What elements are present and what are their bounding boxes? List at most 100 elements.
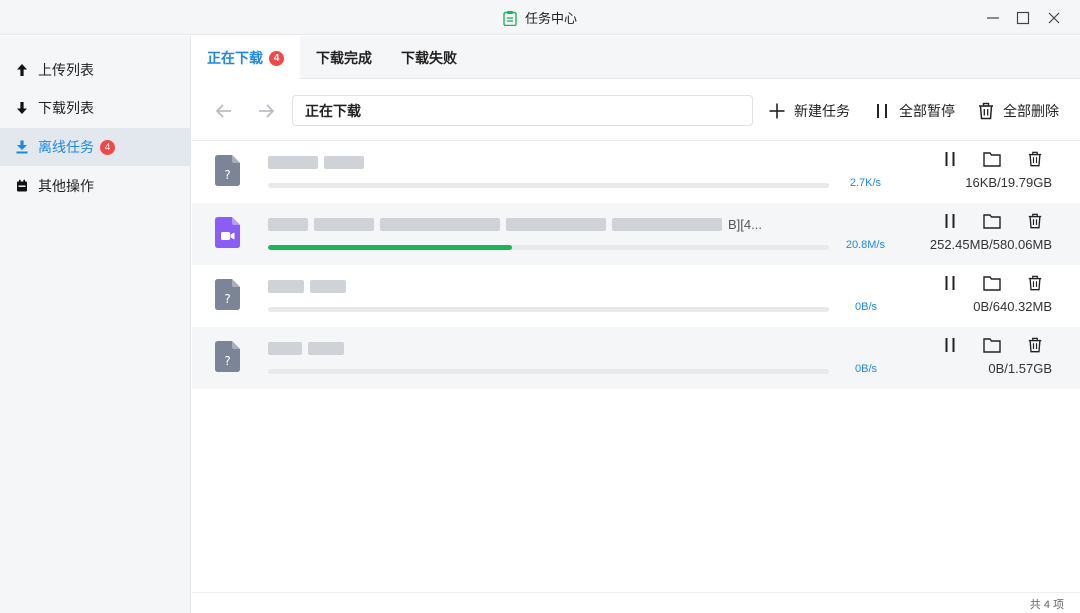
offline-count-badge: 4	[100, 139, 115, 155]
tab-completed[interactable]: 下载完成	[316, 36, 372, 79]
sidebar: 上传列表 下载列表 离线任务 4 其他操作	[0, 36, 191, 613]
sidebar-item-download-list[interactable]: 下载列表	[0, 89, 190, 127]
pause-all-button[interactable]: 全部暂停	[873, 98, 955, 124]
tab-label: 正在下载	[207, 50, 263, 66]
toolbar: 正在下载 新建任务 全部暂停 全部删除	[192, 80, 1080, 141]
clipboard-icon	[503, 10, 517, 26]
path-text: 正在下载	[305, 102, 361, 119]
unknown-file-icon: ?	[215, 279, 240, 310]
progress-bar	[268, 307, 829, 312]
trash-icon	[1028, 275, 1042, 291]
forward-button[interactable]	[253, 98, 279, 124]
svg-text:?: ?	[224, 354, 230, 368]
new-task-button[interactable]: 新建任务	[768, 98, 850, 124]
tab-failed[interactable]: 下载失败	[401, 36, 457, 79]
progress-bar	[268, 183, 829, 188]
downloading-count-badge: 4	[269, 50, 284, 66]
progress-bar	[268, 369, 829, 374]
open-folder-button[interactable]	[980, 333, 1004, 357]
task-name-tail: B][4...	[728, 216, 762, 232]
back-button[interactable]	[211, 98, 237, 124]
task-name	[268, 277, 352, 295]
pause-icon	[945, 152, 955, 166]
download-size: 0B/640.32MB	[973, 299, 1052, 314]
delete-task-button[interactable]	[1023, 147, 1047, 171]
sidebar-item-offline-tasks[interactable]: 离线任务 4	[0, 128, 190, 166]
task-row[interactable]: ? 0B/s 0B/640.32MB	[192, 265, 1080, 327]
path-field[interactable]: 正在下载	[292, 95, 753, 126]
pause-task-button[interactable]	[938, 147, 962, 171]
calendar-icon	[14, 178, 30, 194]
sidebar-item-label: 下载列表	[38, 100, 94, 116]
minimize-icon	[987, 16, 999, 19]
window-title: 任务中心	[524, 11, 577, 26]
open-folder-button[interactable]	[980, 271, 1004, 295]
tab-label: 下载完成	[316, 49, 372, 66]
delete-task-button[interactable]	[1023, 333, 1047, 357]
video-file-icon	[215, 217, 240, 248]
unknown-file-icon: ?	[215, 155, 240, 186]
pause-icon	[945, 214, 955, 228]
new-task-label: 新建任务	[794, 103, 850, 119]
svg-text:?: ?	[224, 292, 230, 306]
sidebar-item-upload-list[interactable]: 上传列表	[0, 51, 190, 89]
download-speed: 0B/s	[854, 363, 877, 375]
sidebar-item-label: 离线任务	[38, 139, 94, 155]
arrow-right-icon	[259, 104, 275, 118]
task-name	[268, 153, 370, 171]
pause-all-label: 全部暂停	[899, 103, 955, 119]
window-title-area: 任务中心	[0, 0, 1080, 35]
maximize-button[interactable]	[1007, 0, 1039, 35]
close-icon	[1048, 12, 1060, 23]
pause-task-button[interactable]	[938, 209, 962, 233]
item-count: 共 4 项	[1029, 599, 1064, 611]
folder-icon	[983, 276, 1001, 291]
delete-all-label: 全部删除	[1003, 103, 1059, 119]
trash-icon	[977, 102, 995, 120]
open-folder-button[interactable]	[980, 147, 1004, 171]
pause-icon	[945, 338, 955, 352]
pause-task-button[interactable]	[938, 333, 962, 357]
task-name: B][4...	[268, 215, 762, 233]
title-bar: 任务中心	[0, 0, 1080, 35]
unknown-file-icon: ?	[215, 341, 240, 372]
delete-task-button[interactable]	[1023, 271, 1047, 295]
tab-downloading[interactable]: 正在下载 4	[192, 36, 300, 80]
plus-icon	[768, 102, 786, 120]
task-row[interactable]: B][4... 20.8M/s 252.45MB/580.06MB	[192, 203, 1080, 265]
download-speed: 0B/s	[854, 301, 877, 313]
sidebar-item-label: 上传列表	[38, 62, 94, 78]
download-size: 0B/1.57GB	[988, 361, 1052, 376]
arrow-up-icon	[14, 62, 30, 78]
close-button[interactable]	[1038, 0, 1070, 35]
task-name	[268, 339, 350, 357]
download-size: 16KB/19.79GB	[965, 175, 1052, 190]
trash-icon	[1028, 337, 1042, 353]
delete-all-button[interactable]: 全部删除	[977, 98, 1059, 124]
folder-icon	[983, 152, 1001, 167]
download-size: 252.45MB/580.06MB	[929, 237, 1052, 252]
footer-divider	[192, 592, 1080, 593]
pause-icon	[873, 102, 891, 120]
progress-bar	[268, 245, 829, 250]
progress-fill	[268, 245, 513, 250]
folder-icon	[983, 214, 1001, 229]
trash-icon	[1028, 213, 1042, 229]
arrow-left-icon	[215, 104, 231, 118]
sidebar-item-other-actions[interactable]: 其他操作	[0, 167, 190, 205]
download-speed: 20.8M/s	[845, 239, 885, 251]
pause-task-button[interactable]	[938, 271, 962, 295]
arrow-down-icon	[14, 100, 30, 116]
tab-bar: 正在下载 4 下载完成 下载失败	[192, 36, 1080, 80]
open-folder-button[interactable]	[980, 209, 1004, 233]
trash-icon	[1028, 151, 1042, 167]
minimize-button[interactable]	[977, 0, 1009, 35]
task-row[interactable]: ? 0B/s 0B/1.57GB	[192, 327, 1080, 389]
svg-text:?: ?	[224, 168, 230, 182]
download-speed: 2.7K/s	[849, 177, 881, 189]
folder-icon	[983, 338, 1001, 353]
task-row[interactable]: ? 2.7K/s 16KB/19.79GB	[192, 141, 1080, 203]
sidebar-item-label: 其他操作	[38, 178, 94, 194]
delete-task-button[interactable]	[1023, 209, 1047, 233]
tab-label: 下载失败	[401, 49, 457, 66]
